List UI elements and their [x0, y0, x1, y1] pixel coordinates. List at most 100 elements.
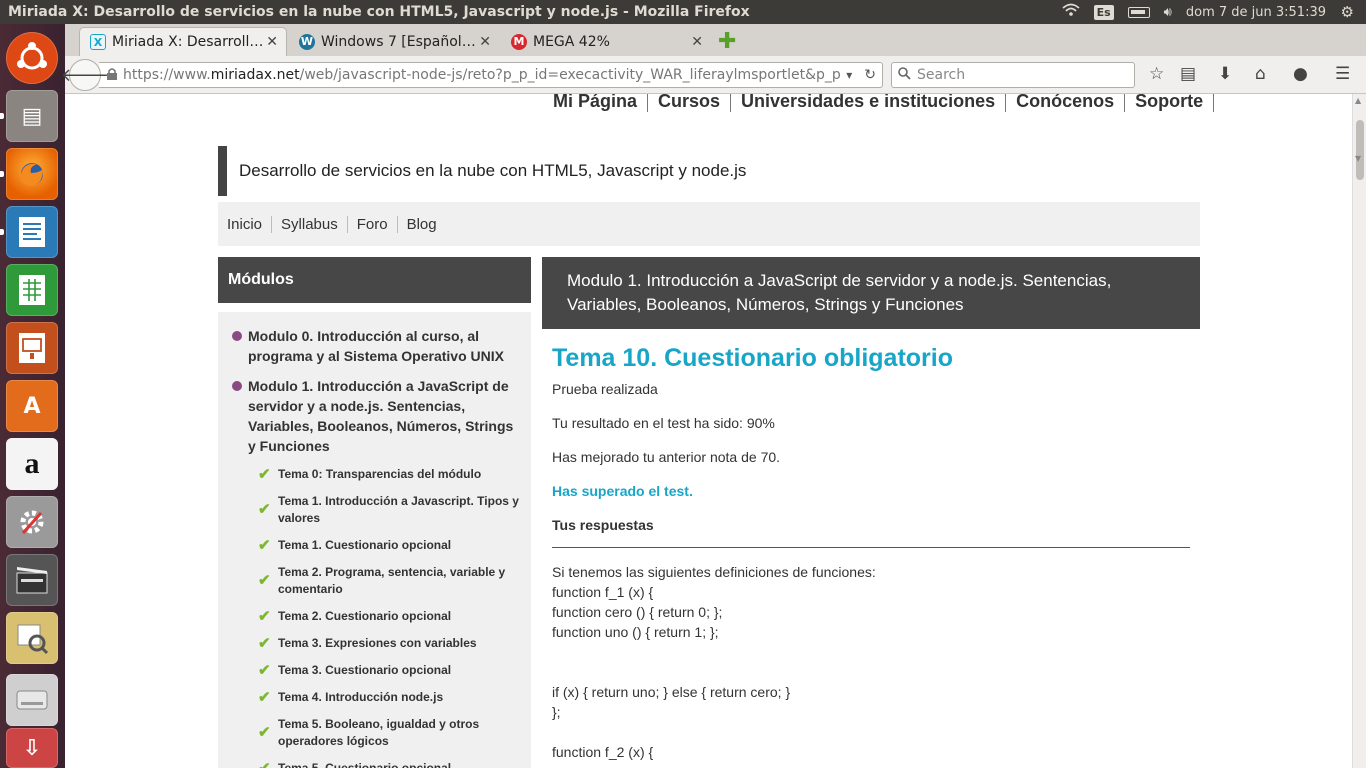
check-icon: ✔ — [258, 635, 271, 652]
tab-mega[interactable]: M MEGA 42% ✕ — [501, 27, 711, 56]
quiz-status: Prueba realizada — [552, 381, 658, 397]
lesson-item[interactable]: ✔ Tema 0: Transparencias del módulo — [258, 466, 521, 483]
menu-universidades[interactable]: Universidades e instituciones — [731, 94, 1007, 112]
video-editor-icon[interactable] — [6, 554, 58, 606]
tab-label: Windows 7 [Español… — [321, 33, 476, 50]
check-icon: ✔ — [258, 724, 271, 741]
libreoffice-writer-icon[interactable] — [6, 206, 58, 258]
back-arrow-icon: 🡐 — [60, 64, 110, 86]
firefox-icon[interactable] — [6, 148, 58, 200]
ubuntu-software-center-icon[interactable]: A — [6, 380, 58, 432]
system-top-panel: Miriada X: Desarrollo de servicios en la… — [0, 0, 1366, 24]
check-icon: ✔ — [258, 572, 271, 589]
lesson-item[interactable]: ✔ Tema 1. Introducción a Javascript. Tipo… — [258, 493, 521, 527]
lesson-label: Tema 5. Booleano, igualdad y otros opera… — [278, 717, 480, 748]
menu-mi-pagina[interactable]: Mi Página — [553, 94, 649, 112]
quiz-content: Tema 10. Cuestionario obligatorio Prueba… — [552, 344, 1192, 762]
image-viewer-icon[interactable] — [6, 612, 58, 664]
lesson-item[interactable]: ✔ Tema 4. Introducción node.js — [258, 689, 521, 706]
navigation-toolbar: https://www.miriadax.net/web/javascript-… — [61, 56, 1366, 94]
usb-drive-icon[interactable]: ⇩ — [6, 728, 58, 768]
close-tab-icon[interactable]: ✕ — [266, 34, 278, 50]
wifi-icon[interactable] — [1062, 3, 1080, 21]
tab-windows7[interactable]: W Windows 7 [Español… ✕ — [289, 27, 499, 56]
scroll-down-icon[interactable]: ▼ — [1355, 154, 1361, 163]
back-button[interactable]: 🡐 — [61, 59, 109, 91]
reload-icon[interactable]: ↻ — [858, 67, 882, 83]
menu-icon[interactable]: ☰ — [1335, 64, 1350, 84]
close-tab-icon[interactable]: ✕ — [691, 34, 703, 50]
bullet-icon — [232, 381, 242, 391]
search-input[interactable]: Search — [891, 62, 1135, 88]
reading-list-icon[interactable]: ▤ — [1180, 64, 1196, 84]
close-tab-icon[interactable]: ✕ — [479, 34, 491, 50]
home-icon[interactable]: ⌂ — [1255, 64, 1266, 84]
url-text: https://www.miriadax.net/web/javascript-… — [123, 67, 840, 83]
url-host: miriadax.net — [210, 67, 300, 83]
module-item[interactable]: Modulo 0. Introducción al curso, al prog… — [232, 326, 521, 366]
url-path: /web/javascript-node-js/reto?p_p_id=exec… — [299, 67, 841, 83]
check-icon: ✔ — [258, 537, 271, 554]
lesson-item[interactable]: ✔ Tema 2. Cuestionario opcional — [258, 608, 521, 625]
lesson-item[interactable]: ✔ Tema 1. Cuestionario opcional — [258, 537, 521, 554]
quiz-passed-message: Has superado el test. — [552, 483, 693, 499]
ubuntu-dash-icon[interactable] — [6, 32, 58, 84]
clock[interactable]: dom 7 de jun 3:51:39 — [1186, 5, 1326, 20]
lesson-label: Tema 4. Introducción node.js — [278, 690, 444, 704]
menu-soporte[interactable]: Soporte — [1125, 94, 1215, 112]
course-title: Desarrollo de servicios en la nube con H… — [218, 146, 1200, 196]
lesson-label: Tema 3. Cuestionario opcional — [278, 663, 452, 677]
url-bar[interactable]: https://www.miriadax.net/web/javascript-… — [99, 62, 883, 88]
bullet-icon — [232, 331, 242, 341]
lesson-item[interactable]: ✔ Tema 2. Programa, sentencia, variable y… — [258, 564, 521, 598]
power-icon[interactable]: ⚙︎ — [1341, 3, 1354, 21]
new-tab-icon[interactable]: ✚ — [718, 29, 736, 54]
search-icon — [898, 66, 911, 84]
lesson-item[interactable]: ✔ Tema 5. Cuestionario opcional — [258, 760, 521, 768]
libreoffice-calc-icon[interactable] — [6, 264, 58, 316]
lesson-label: Tema 3. Expresiones con variables — [278, 636, 477, 650]
modules-list: Modulo 0. Introducción al curso, al prog… — [218, 312, 531, 768]
tab-bar: X Miriada X: Desarroll… ✕ W Windows 7 [E… — [65, 24, 1366, 56]
volume-icon[interactable]: 🔊︎ — [1164, 5, 1172, 20]
amazon-icon[interactable]: a — [6, 438, 58, 490]
scroll-up-icon[interactable]: ▲ — [1355, 96, 1361, 105]
course-nav: Inicio Syllabus Foro Blog — [218, 202, 1200, 246]
menu-cursos[interactable]: Cursos — [648, 94, 732, 112]
nav-blog[interactable]: Blog — [398, 216, 446, 233]
nav-syllabus[interactable]: Syllabus — [272, 215, 348, 233]
lesson-item[interactable]: ✔ Tema 3. Cuestionario opcional — [258, 662, 521, 679]
check-icon: ✔ — [258, 760, 272, 768]
page-title: Tema 10. Cuestionario obligatorio — [552, 344, 953, 372]
url-dropdown-icon[interactable]: ▾ — [840, 68, 858, 82]
disk-drive-icon[interactable] — [6, 674, 58, 726]
lesson-label: Tema 2. Programa, sentencia, variable y … — [278, 565, 506, 596]
battery-icon[interactable] — [1127, 6, 1150, 18]
question-text: Si tenemos las siguientes definiciones d… — [552, 564, 876, 760]
keyboard-layout-indicator[interactable]: Es — [1093, 4, 1114, 20]
page-scrollbar[interactable]: ▲ ▼ — [1352, 94, 1366, 768]
files-icon[interactable]: ▤ — [6, 90, 58, 142]
chat-icon[interactable]: ● — [1293, 64, 1308, 84]
module-label: Modulo 0. Introducción al curso, al prog… — [248, 328, 504, 364]
tab-miriadax[interactable]: X Miriada X: Desarroll… ✕ — [79, 27, 287, 56]
lesson-item[interactable]: ✔ Tema 5. Booleano, igualdad y otros oper… — [258, 716, 521, 750]
nav-inicio[interactable]: Inicio — [218, 215, 273, 233]
nav-foro[interactable]: Foro — [348, 215, 398, 233]
scrollbar-thumb[interactable] — [1356, 120, 1364, 180]
url-prefix: https://www. — [123, 67, 211, 83]
check-icon: ✔ — [258, 689, 271, 706]
module-heading: Modulo 1. Introducción a JavaScript de s… — [542, 257, 1200, 329]
bookmark-star-icon[interactable]: ☆ — [1149, 64, 1164, 84]
lesson-item[interactable]: ✔ Tema 3. Expresiones con variables — [258, 635, 521, 652]
system-settings-icon[interactable] — [6, 496, 58, 548]
lesson-label: Tema 0: Transparencias del módulo — [278, 467, 482, 481]
tab-label: Miriada X: Desarroll… — [112, 34, 264, 50]
libreoffice-impress-icon[interactable] — [6, 322, 58, 374]
tab-label: MEGA 42% — [533, 33, 610, 50]
menu-conocenos[interactable]: Conócenos — [1006, 94, 1126, 112]
search-placeholder: Search — [917, 67, 966, 83]
downloads-icon[interactable]: ⬇︎ — [1218, 64, 1232, 84]
module-item[interactable]: Modulo 1. Introducción a JavaScript de s… — [232, 376, 521, 456]
check-icon: ✔ — [258, 501, 271, 518]
